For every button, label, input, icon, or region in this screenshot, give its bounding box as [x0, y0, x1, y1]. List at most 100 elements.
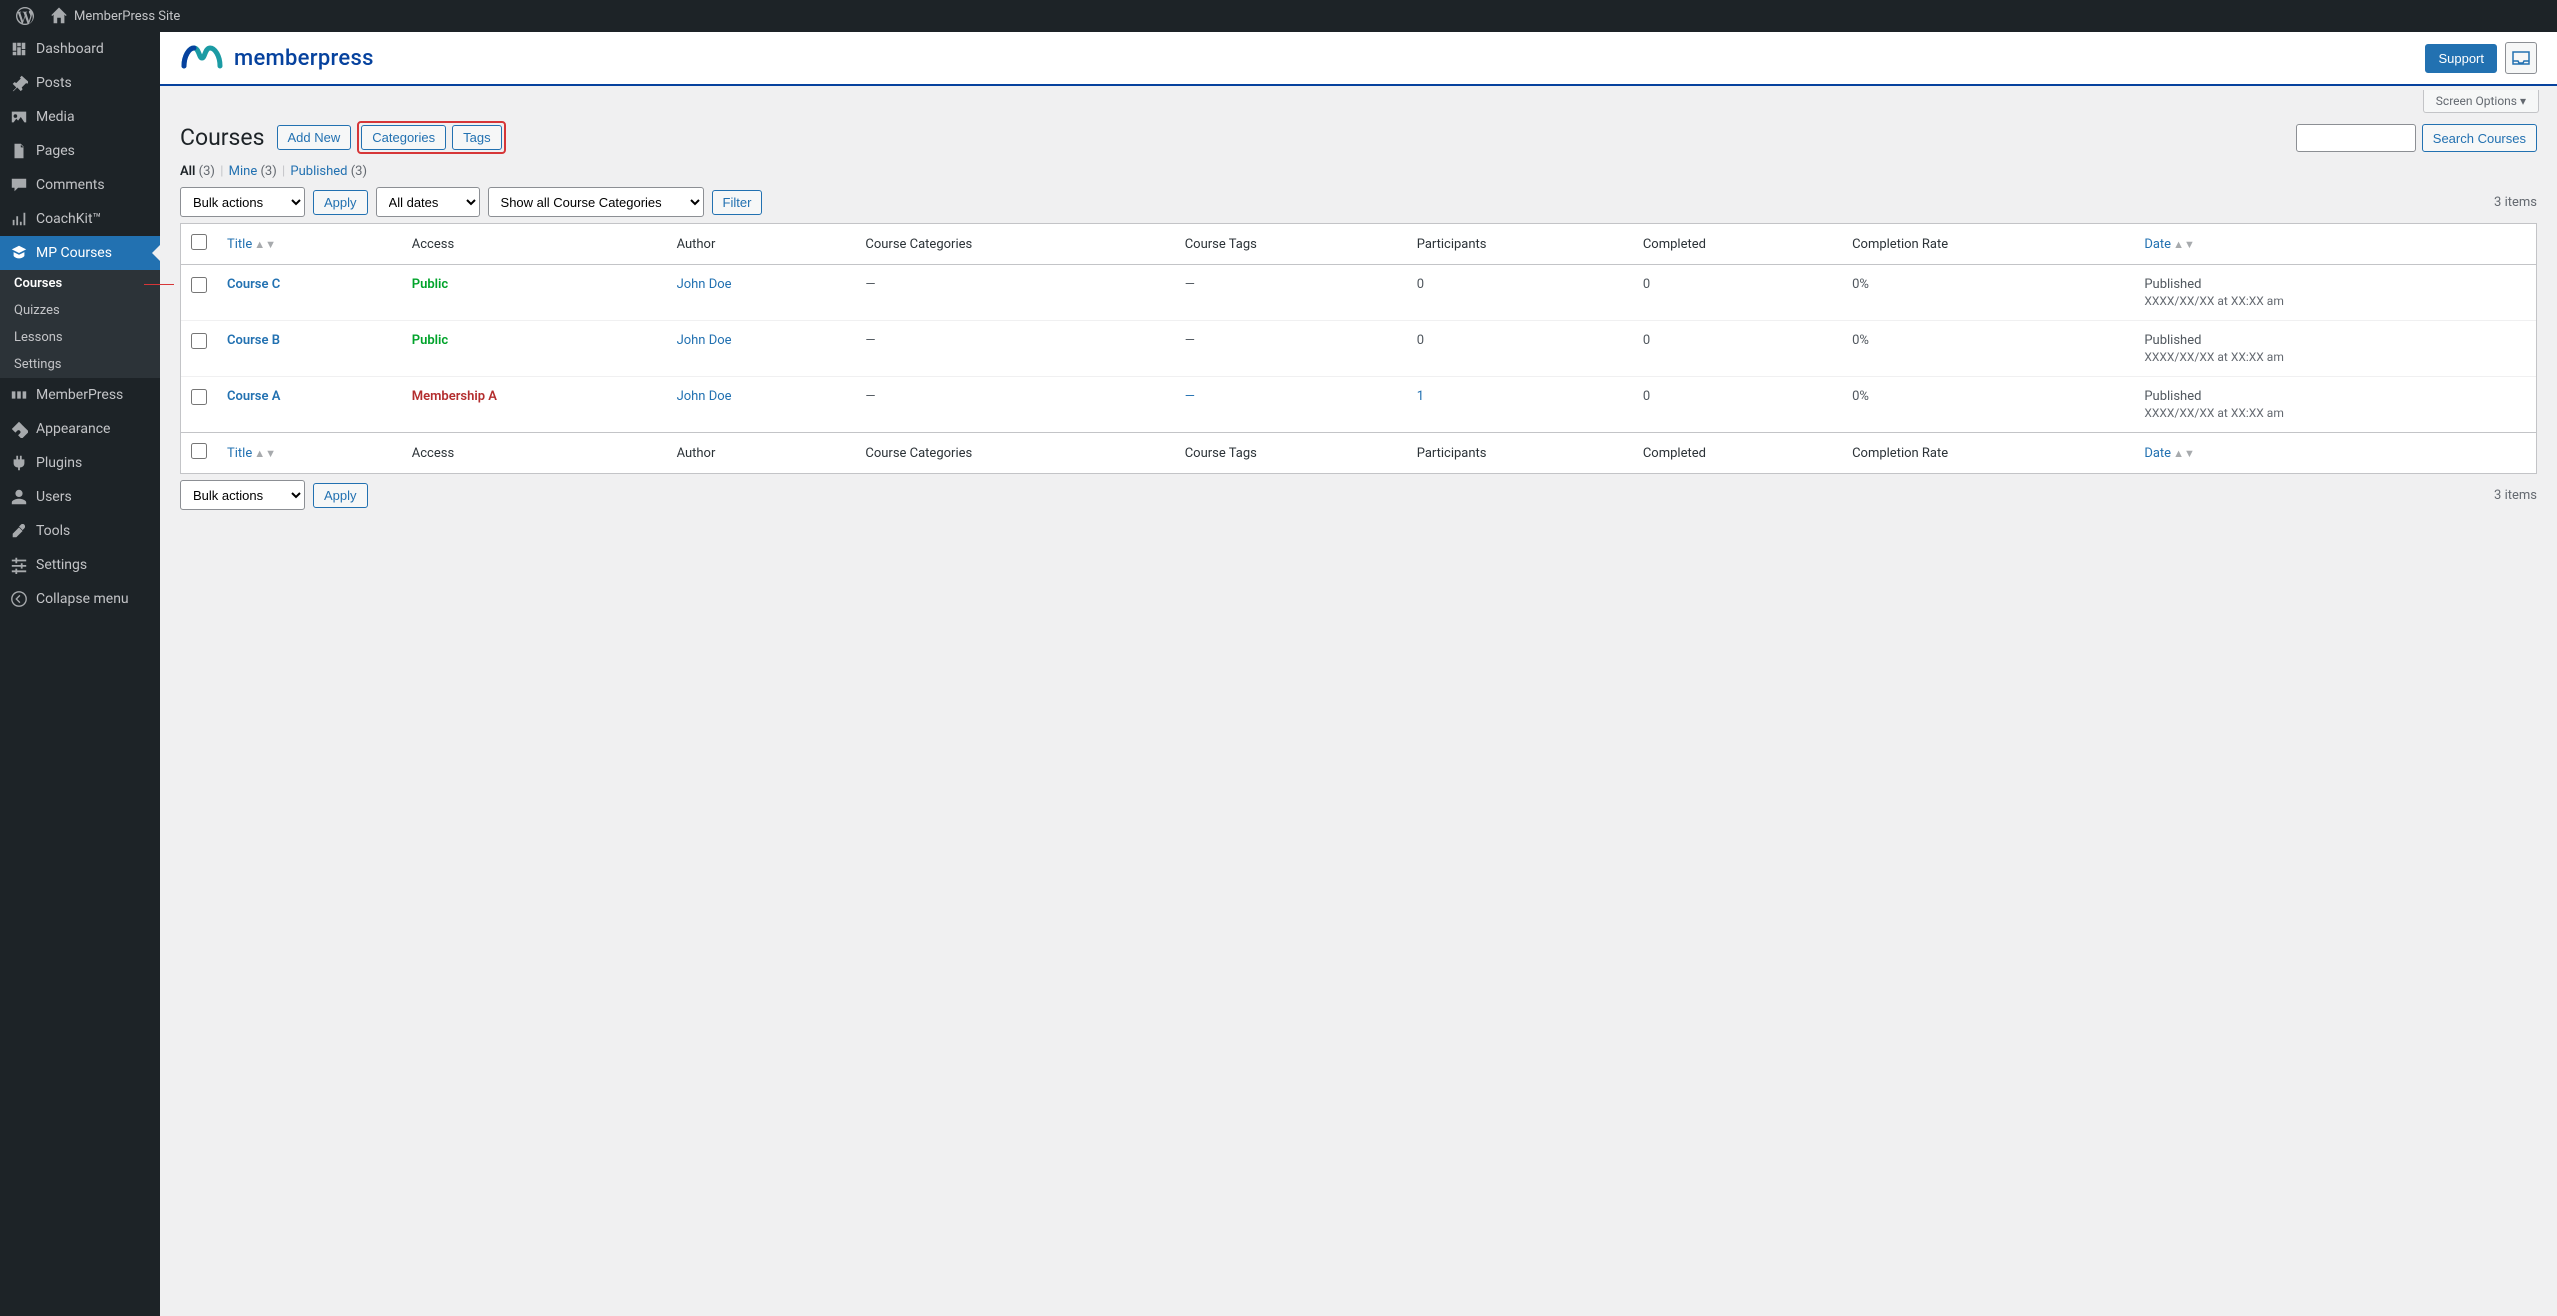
filter-all[interactable]: All: [180, 164, 195, 179]
row-checkbox[interactable]: [191, 389, 207, 405]
col-author-foot: Author: [667, 432, 856, 473]
tags-button[interactable]: Tags: [452, 125, 501, 150]
search-input[interactable]: [2296, 124, 2416, 152]
cell-date: PublishedXXXX/XX/XX at XX:XX am: [2134, 265, 2536, 321]
col-completion-rate-foot: Completion Rate: [1842, 432, 2134, 473]
bulk-apply-bottom[interactable]: Apply: [313, 483, 368, 508]
screen-options-toggle[interactable]: Screen Options ▾: [2423, 90, 2539, 113]
bulk-apply-top[interactable]: Apply: [313, 190, 368, 215]
menu-tools[interactable]: Tools: [0, 514, 160, 548]
menu-media[interactable]: Media: [0, 100, 160, 134]
collapse-icon: [10, 590, 28, 608]
site-name-text: MemberPress Site: [74, 9, 180, 24]
menu-collapse[interactable]: Collapse menu: [0, 582, 160, 616]
cell-tags: —: [1175, 377, 1407, 432]
cell-completed: 0: [1633, 321, 1842, 377]
cell-completion-rate: 0%: [1842, 377, 2134, 432]
cell-participants-link[interactable]: 1: [1417, 389, 1424, 404]
dashboard-icon: [10, 40, 28, 58]
category-filter-select[interactable]: Show all Course Categories: [488, 187, 704, 217]
sort-icon: ▲▼: [2173, 447, 2195, 460]
highlighted-links: Categories Tags: [357, 121, 505, 154]
table-row: Course A Membership A John Doe — — 1 0 0…: [181, 377, 2536, 432]
menu-users[interactable]: Users: [0, 480, 160, 514]
menu-mp-courses[interactable]: MP Courses: [0, 236, 160, 270]
menu-coachkit[interactable]: CoachKit™: [0, 202, 160, 236]
cell-author-link[interactable]: John Doe: [677, 277, 732, 292]
bulk-actions-select-top[interactable]: Bulk actions: [180, 187, 305, 217]
select-all-top[interactable]: [191, 234, 207, 250]
table-row: Course C Public John Doe — — 0 0 0% Publ…: [181, 265, 2536, 321]
chart-icon: [10, 210, 28, 228]
appearance-icon: [10, 420, 28, 438]
support-button[interactable]: Support: [2425, 44, 2497, 73]
cell-date: PublishedXXXX/XX/XX at XX:XX am: [2134, 377, 2536, 432]
col-title[interactable]: Title▲▼: [217, 224, 402, 265]
col-access-foot: Access: [402, 432, 667, 473]
col-date-foot[interactable]: Date▲▼: [2134, 432, 2536, 473]
cell-categories: —: [855, 321, 1174, 377]
submenu-quizzes[interactable]: Quizzes: [0, 297, 160, 324]
submenu-lessons[interactable]: Lessons: [0, 324, 160, 351]
items-count-bottom: 3 items: [2494, 488, 2537, 503]
cell-participants: 0: [1407, 321, 1633, 377]
menu-plugins[interactable]: Plugins: [0, 446, 160, 480]
col-author: Author: [667, 224, 856, 265]
inbox-icon: [2511, 48, 2531, 68]
filter-button[interactable]: Filter: [712, 190, 763, 215]
menu-appearance[interactable]: Appearance: [0, 412, 160, 446]
menu-posts[interactable]: Posts: [0, 66, 160, 100]
menu-memberpress[interactable]: MemberPress: [0, 378, 160, 412]
sort-icon: ▲▼: [254, 447, 276, 460]
mp-courses-submenu: Courses Quizzes Lessons Settings: [0, 270, 160, 378]
tablenav-bottom: Bulk actions Apply 3 items: [180, 480, 2537, 510]
cell-participants: 0: [1407, 265, 1633, 321]
menu-pages[interactable]: Pages: [0, 134, 160, 168]
sort-icon: ▲▼: [254, 238, 276, 251]
cell-author-link[interactable]: John Doe: [677, 389, 732, 404]
filter-published[interactable]: Published: [290, 164, 347, 179]
date-filter-select[interactable]: All dates: [376, 187, 480, 217]
menu-comments[interactable]: Comments: [0, 168, 160, 202]
bulk-actions-select-bottom[interactable]: Bulk actions: [180, 480, 305, 510]
add-new-button[interactable]: Add New: [277, 125, 352, 150]
tools-icon: [10, 522, 28, 540]
cell-tags: —: [1175, 321, 1407, 377]
col-tags-foot: Course Tags: [1175, 432, 1407, 473]
col-access: Access: [402, 224, 667, 265]
row-checkbox[interactable]: [191, 333, 207, 349]
menu-dashboard[interactable]: Dashboard: [0, 32, 160, 66]
filter-mine[interactable]: Mine: [229, 164, 258, 179]
view-filters: All (3) | Mine (3) | Published (3): [180, 164, 2537, 179]
col-date[interactable]: Date▲▼: [2134, 224, 2536, 265]
media-icon: [10, 108, 28, 126]
course-title-link[interactable]: Course A: [227, 389, 280, 404]
cell-completion-rate: 0%: [1842, 321, 2134, 377]
settings-icon: [10, 556, 28, 574]
inbox-button[interactable]: [2505, 42, 2537, 74]
admin-sidebar: Dashboard Posts Media Pages Comments Coa…: [0, 32, 160, 1316]
cell-author-link[interactable]: John Doe: [677, 333, 732, 348]
cell-participants: 1: [1407, 377, 1633, 432]
site-name-menu[interactable]: MemberPress Site: [42, 7, 188, 25]
cell-categories: —: [855, 377, 1174, 432]
cell-completed: 0: [1633, 377, 1842, 432]
row-checkbox[interactable]: [191, 277, 207, 293]
categories-button[interactable]: Categories: [361, 125, 446, 150]
memberpress-logo-icon: [180, 44, 224, 72]
course-title-link[interactable]: Course B: [227, 333, 280, 348]
cell-tags-link[interactable]: —: [1185, 389, 1195, 404]
col-completed-foot: Completed: [1633, 432, 1842, 473]
course-title-link[interactable]: Course C: [227, 277, 280, 292]
comments-icon: [10, 176, 28, 194]
search-courses-button[interactable]: Search Courses: [2422, 124, 2537, 152]
col-participants: Participants: [1407, 224, 1633, 265]
select-all-bottom[interactable]: [191, 443, 207, 459]
submenu-courses[interactable]: Courses: [0, 270, 160, 297]
courses-table: Title▲▼ Access Author Course Categories …: [180, 223, 2537, 474]
menu-settings[interactable]: Settings: [0, 548, 160, 582]
wp-logo-menu[interactable]: [8, 7, 42, 25]
col-title-foot[interactable]: Title▲▼: [217, 432, 402, 473]
col-categories: Course Categories: [855, 224, 1174, 265]
submenu-settings[interactable]: Settings: [0, 351, 160, 378]
